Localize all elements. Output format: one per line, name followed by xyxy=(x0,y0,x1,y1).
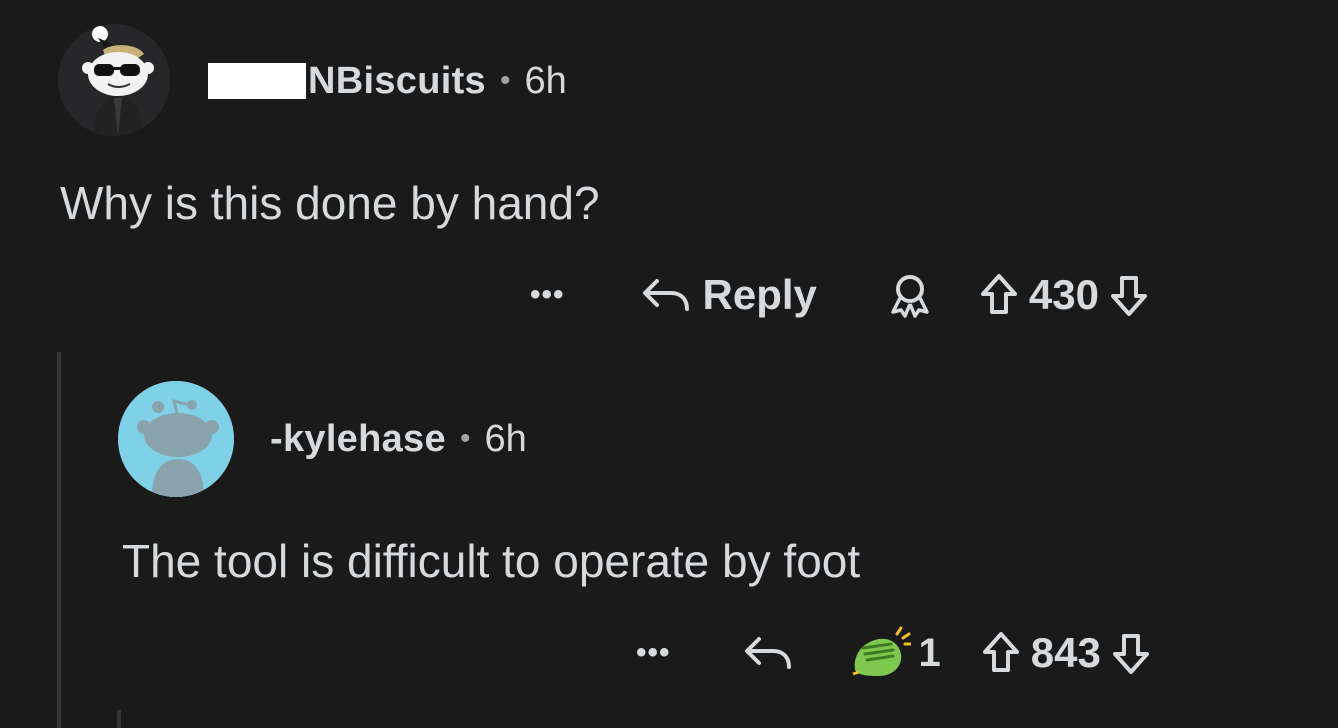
meta-separator: • xyxy=(459,422,471,455)
thread-line[interactable] xyxy=(57,352,61,728)
more-options-button[interactable]: ••• xyxy=(636,636,671,670)
reply-button[interactable]: Reply xyxy=(641,271,817,319)
parent-actions: ••• Reply 430 xyxy=(530,268,1149,322)
reply-meta: -kylehase • 6h xyxy=(270,414,527,464)
nested-thread-line[interactable] xyxy=(117,710,121,728)
snoo-default-avatar-icon xyxy=(118,381,234,497)
award-icon[interactable] xyxy=(885,272,935,318)
meta-separator: • xyxy=(499,64,511,97)
comment-thread: NBiscuits • 6h Why is this done by hand?… xyxy=(0,0,1338,728)
reply-comment-body: The tool is difficult to operate by foot xyxy=(122,535,861,587)
downvote-arrow-icon[interactable] xyxy=(1111,630,1151,676)
parent-vote-count: 430 xyxy=(1028,271,1099,318)
parent-avatar[interactable] xyxy=(58,24,170,136)
reply-label: Reply xyxy=(702,271,817,318)
snoo-sunglasses-avatar-icon xyxy=(82,26,154,136)
more-options-button[interactable]: ••• xyxy=(530,278,565,312)
reply-arrow-icon[interactable] xyxy=(743,633,793,673)
award-count: 1 xyxy=(918,630,941,675)
reply-vote-count: 843 xyxy=(1030,629,1101,676)
facepalm-award-icon[interactable] xyxy=(849,626,911,680)
parent-timestamp: 6h xyxy=(524,59,567,102)
redaction-box xyxy=(208,63,306,99)
downvote-arrow-icon[interactable] xyxy=(1109,272,1149,318)
upvote-arrow-icon[interactable] xyxy=(979,272,1019,318)
upvote-arrow-icon[interactable] xyxy=(981,630,1021,676)
reply-username[interactable]: -kylehase xyxy=(270,418,446,461)
parent-comment-body: Why is this done by hand? xyxy=(60,177,600,229)
reply-arrow-icon xyxy=(641,275,691,315)
parent-username[interactable]: NBiscuits xyxy=(308,60,486,103)
reply-avatar[interactable] xyxy=(118,381,234,497)
parent-meta: NBiscuits • 6h xyxy=(208,56,567,106)
reply-actions: ••• 1 843 xyxy=(636,626,1151,680)
reply-timestamp: 6h xyxy=(484,417,527,460)
